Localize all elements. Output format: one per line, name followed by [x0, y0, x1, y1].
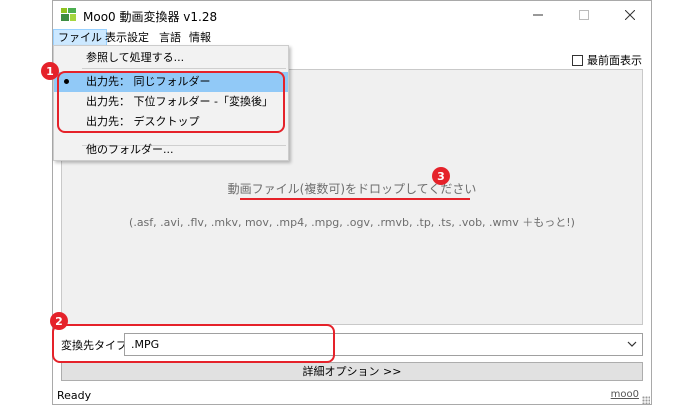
annotation-badge-3: 3: [432, 167, 450, 185]
window-title: Moo0 動画変換器 v1.28: [83, 10, 218, 24]
menu-separator: [82, 68, 286, 69]
minimize-icon: [533, 14, 543, 16]
menu-info[interactable]: 情報: [185, 29, 215, 46]
status-bar: Ready moo0: [53, 385, 651, 405]
menu-language[interactable]: 言語: [155, 29, 185, 46]
menu-item-other-folder[interactable]: 他のフォルダー...: [54, 140, 288, 160]
annotation-badge-1: 1: [41, 62, 59, 80]
chevron-down-icon: [627, 341, 637, 347]
menu-file[interactable]: ファイル: [53, 29, 107, 46]
topmost-label: 最前面表示: [587, 54, 642, 67]
close-icon: [625, 10, 635, 20]
annotation-box-2: [52, 324, 335, 363]
moo0-link[interactable]: moo0: [611, 389, 639, 400]
maximize-button[interactable]: [561, 1, 607, 29]
annotation-underline-3: [240, 198, 470, 200]
menu-item-browse[interactable]: 参照して処理する...: [54, 48, 288, 68]
title-bar[interactable]: Moo0 動画変換器 v1.28: [53, 1, 651, 29]
topmost-checkbox[interactable]: [572, 54, 583, 66]
annotation-badge-2: 2: [50, 312, 68, 330]
resize-grip[interactable]: [642, 396, 650, 404]
menu-view-settings[interactable]: 表示設定: [101, 29, 153, 46]
minimize-button[interactable]: [515, 1, 561, 29]
menu-bar: ファイル 表示設定 言語 情報: [53, 29, 651, 46]
close-button[interactable]: [607, 1, 653, 29]
annotation-box-1: [57, 71, 285, 133]
maximize-icon: [579, 10, 589, 20]
status-text: Ready: [57, 389, 92, 402]
topmost-toggle[interactable]: 最前面表示: [572, 52, 642, 68]
detail-options-button[interactable]: 詳細オプション >>: [61, 362, 643, 381]
app-logo-icon: [61, 7, 76, 22]
menu-item-browse-label: 参照して処理する...: [86, 51, 185, 64]
menu-item-other-folder-label: 他のフォルダー...: [86, 143, 174, 156]
drop-instruction: 動画ファイル(複数可)をドロップしてください: [227, 182, 477, 196]
supported-formats: (.asf, .avi, .flv, .mkv, mov, .mp4, .mpg…: [129, 216, 575, 229]
